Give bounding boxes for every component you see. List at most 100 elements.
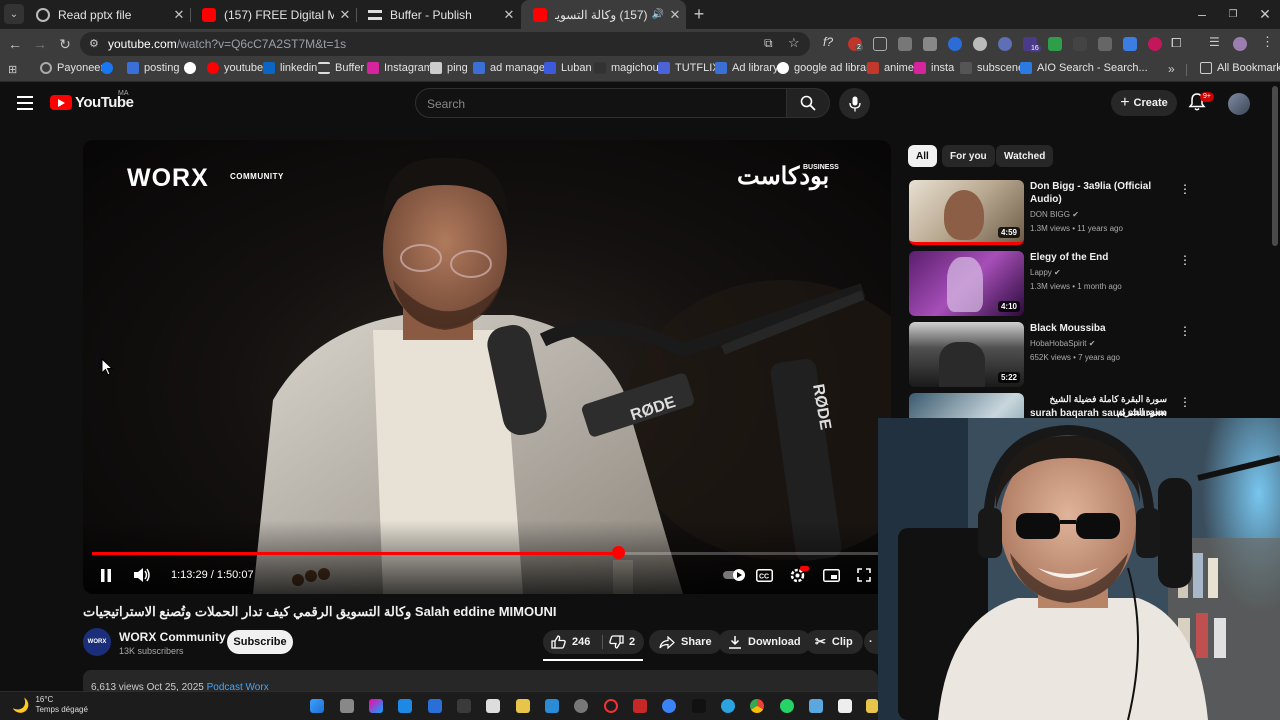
voice-search-button[interactable] [839, 88, 870, 119]
bookmark-aio-search[interactable]: AIO Search - Search... [1020, 62, 1148, 74]
recommendation-item[interactable]: 5:22 Black Moussiba HobaHobaSpirit ✔ 652… [909, 322, 1199, 387]
close-window-icon[interactable]: ✕ [1254, 3, 1276, 25]
app-l-icon[interactable] [398, 699, 412, 713]
extension-pink-icon[interactable] [1148, 37, 1162, 51]
minimize-window-icon[interactable]: – [1191, 3, 1213, 25]
recommendation-item[interactable]: سورة البقرة كاملة فضيلة الشيخ سعود الشري… [909, 393, 1199, 418]
mail-icon[interactable] [545, 699, 559, 713]
windows-start-icon[interactable] [310, 699, 324, 713]
extension-grid-icon[interactable] [873, 37, 887, 51]
more-actions-button[interactable]: · [864, 630, 878, 654]
recommendation-title[interactable]: Elegy of the End [1030, 251, 1160, 264]
tab-read-pptx[interactable]: Read pptx file ✕ [24, 0, 190, 29]
bookmark-magichour[interactable]: magichour [594, 62, 662, 74]
pause-button[interactable] [97, 566, 115, 584]
chip-watched[interactable]: Watched [996, 145, 1054, 167]
settings-icon[interactable] [574, 699, 588, 713]
tiktok-icon[interactable] [692, 699, 706, 713]
notion-icon[interactable] [838, 699, 852, 713]
weather-widget[interactable]: 🌙 16°C Temps dégagé [12, 695, 88, 715]
browser-menu-icon[interactable]: ⋮ [1261, 34, 1274, 50]
volume-button[interactable] [133, 566, 151, 584]
more-options-icon[interactable]: ⋮ [1179, 395, 1191, 409]
audio-playing-icon[interactable]: 🔊 [652, 9, 664, 20]
bookmark-ping[interactable]: ping [430, 62, 468, 74]
search-input[interactable]: Search [415, 88, 787, 118]
photos-icon[interactable] [809, 699, 823, 713]
recommendation-title[interactable]: surah baqarah saud shuraim [1030, 407, 1180, 418]
app-red-icon[interactable] [633, 699, 647, 713]
video-thumbnail[interactable]: 4:10 [909, 251, 1024, 316]
bookmark-google-ad-library[interactable]: google ad library [777, 62, 875, 74]
extension-tag-icon[interactable] [1123, 37, 1137, 51]
reload-icon[interactable]: ↻ [54, 33, 76, 55]
channel-name[interactable]: WORX Community [119, 630, 226, 644]
app-window-icon[interactable] [486, 699, 500, 713]
bookmark-subscene[interactable]: subscene [960, 62, 1024, 74]
recommendation-title[interactable]: Don Bigg - 3a9lia (Official Audio) [1030, 180, 1160, 206]
youtube-logo[interactable]: YouTube MA [50, 90, 134, 111]
apps-grid-icon[interactable]: ⊞ [8, 63, 17, 76]
opera-icon[interactable] [604, 699, 618, 713]
bookmark-instagram[interactable]: Instagram [367, 62, 433, 74]
tab-digital-marketing[interactable]: (157) FREE Digital Marketing Co ✕ [190, 0, 356, 29]
channel-avatar[interactable]: WORX [83, 628, 111, 656]
file-explorer-icon[interactable] [516, 699, 530, 713]
page-scrollbar-thumb[interactable] [1272, 86, 1278, 246]
tab-buffer-publish[interactable]: Buffer - Publish ✕ [356, 0, 520, 29]
bookmark-anime[interactable]: anime [867, 62, 914, 74]
extension-green-icon[interactable] [1048, 37, 1062, 51]
bookmark-insta[interactable]: insta [914, 62, 954, 74]
extension-dark-icon[interactable] [1073, 37, 1087, 51]
chrome-icon[interactable] [750, 699, 764, 713]
video-thumbnail[interactable] [909, 393, 1024, 418]
recommendation-channel[interactable]: Lappy ✔ [1030, 268, 1061, 277]
bookmark-luban[interactable]: Luban [544, 62, 592, 74]
site-info-icon[interactable]: ⚙ [89, 37, 99, 50]
install-app-icon[interactable]: ⧉ [764, 36, 773, 51]
whatsapp-icon[interactable] [780, 699, 794, 713]
autoplay-toggle[interactable] [723, 566, 747, 584]
address-bar[interactable]: ⚙ youtube.com/watch?v=Q6cC7A2ST7M&t=1s ⧉… [80, 32, 810, 56]
close-tab-icon[interactable]: ✕ [664, 7, 686, 23]
download-button[interactable]: Download [718, 630, 811, 654]
miniplayer-button[interactable] [822, 566, 840, 584]
video-thumbnail[interactable]: 5:22 [909, 322, 1024, 387]
create-button[interactable]: + Create [1111, 90, 1177, 116]
forward-icon[interactable]: → [29, 33, 51, 55]
profile-icon[interactable] [1233, 37, 1247, 51]
more-options-icon[interactable]: ⋮ [1179, 182, 1191, 196]
video-player[interactable]: RØDE RØDE WORX COMMUNITY بودكاست BUSINES… [83, 140, 891, 594]
app-blue-icon[interactable] [428, 699, 442, 713]
recommendation-item[interactable]: 4:10 Elegy of the End Lappy ✔ 1.3M views… [909, 251, 1199, 316]
bookmark-facebook[interactable] [101, 62, 118, 74]
app-globe-icon[interactable] [662, 699, 676, 713]
like-button[interactable]: 246 [543, 630, 602, 654]
video-progress-bar[interactable] [92, 552, 880, 555]
folder-icon[interactable] [866, 699, 878, 713]
chip-for-you[interactable]: For you [942, 145, 995, 167]
chip-all[interactable]: All [908, 145, 937, 167]
fullscreen-button[interactable] [855, 566, 873, 584]
recommendation-channel[interactable]: HobaHobaSpirit ✔ [1030, 339, 1095, 348]
account-avatar[interactable] [1228, 93, 1250, 115]
subscribe-button[interactable]: Subscribe [227, 630, 293, 654]
tab-search-chevron-icon[interactable]: ⌄ [4, 4, 24, 24]
extension-camera-icon[interactable] [898, 37, 912, 51]
bookmark-ad-library[interactable]: Ad library [715, 62, 778, 74]
bookmark-tutflix[interactable]: TUTFLIX [658, 62, 720, 74]
bookmark-google[interactable] [184, 62, 201, 74]
extension-code-icon[interactable] [923, 37, 937, 51]
task-view-icon[interactable] [340, 699, 354, 713]
extension-circle-icon[interactable] [973, 37, 987, 51]
close-tab-icon[interactable]: ✕ [334, 7, 356, 23]
bookmark-linkedin[interactable]: linkedin [263, 62, 317, 74]
extension-blue-icon[interactable] [948, 37, 962, 51]
app-feather-icon[interactable] [457, 699, 471, 713]
dislike-button[interactable]: 2 [603, 630, 644, 654]
extension-moon-icon[interactable] [998, 37, 1012, 51]
search-button[interactable] [787, 88, 830, 118]
extension-crop-icon[interactable] [1098, 37, 1112, 51]
recommendation-channel[interactable]: DON BIGG ✔ [1030, 210, 1079, 219]
captions-button[interactable]: CC [755, 566, 773, 584]
